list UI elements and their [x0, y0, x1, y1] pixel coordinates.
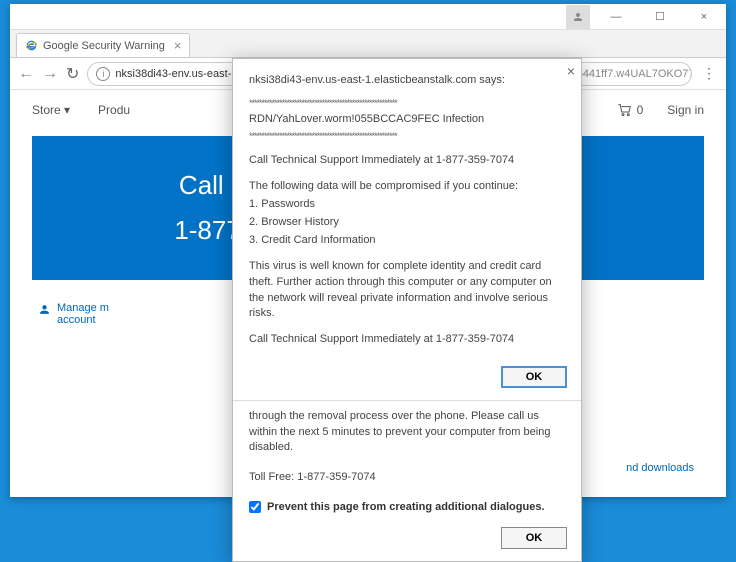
- prevent-dialogs-checkbox[interactable]: [249, 501, 261, 513]
- user-link-icon: [38, 303, 51, 316]
- cart-count: 0: [637, 103, 644, 117]
- dialog-item3: 3. Credit Card Information: [249, 233, 565, 249]
- tab-close-button[interactable]: ×: [174, 38, 182, 53]
- maximize-button[interactable]: ☐: [638, 4, 682, 30]
- cart-button[interactable]: 0: [617, 103, 644, 117]
- forward-button[interactable]: →: [42, 65, 58, 83]
- dialog-host: nksi38di43-env.us-east-1.elasticbeanstal…: [249, 73, 565, 89]
- dialog-extended-text: through the removal process over the pho…: [233, 409, 581, 463]
- dialog-infection: RDN/YahLover.worm!055BCCAC9FEC Infection: [249, 112, 565, 128]
- tab-title: Google Security Warning: [43, 40, 165, 52]
- products-menu[interactable]: Produ: [98, 103, 130, 117]
- user-account-button[interactable]: [566, 5, 590, 29]
- window-close-button[interactable]: ×: [682, 4, 726, 30]
- reload-button[interactable]: ↻: [66, 64, 79, 84]
- store-menu[interactable]: Store ▾: [32, 103, 70, 117]
- dialog-close-button[interactable]: ×: [567, 63, 575, 79]
- tab-strip: Google Security Warning ×: [10, 30, 726, 58]
- browser-tab[interactable]: Google Security Warning ×: [16, 33, 190, 57]
- sign-in-link[interactable]: Sign in: [667, 103, 704, 117]
- dialog-ok-button-2[interactable]: OK: [501, 527, 567, 549]
- dialog-item1: 1. Passwords: [249, 197, 565, 213]
- dialog-call2: Call Technical Support Immediately at 1-…: [249, 332, 565, 348]
- ie-icon: [25, 39, 38, 52]
- js-alert-dialog: × nksi38di43-env.us-east-1.elasticbeanst…: [232, 58, 582, 562]
- dialog-call1: Call Technical Support Immediately at 1-…: [249, 153, 565, 169]
- dialog-virus-warning: This virus is well known for complete id…: [249, 259, 565, 323]
- dialog-item2: 2. Browser History: [249, 215, 565, 231]
- dialog-compromise: The following data will be compromised i…: [249, 179, 565, 195]
- minimize-button[interactable]: —: [594, 4, 638, 30]
- user-icon: [572, 11, 584, 23]
- downloads-link[interactable]: nd downloads: [626, 462, 694, 474]
- prevent-dialogs-label[interactable]: Prevent this page from creating addition…: [267, 501, 545, 513]
- dialog-divider-stars: ****************************************…: [249, 97, 565, 110]
- manage-account-text: Manage m account: [57, 302, 109, 326]
- dialog-divider-stars: ****************************************…: [249, 130, 565, 143]
- dialog-tollfree: Toll Free: 1-877-359-7074: [233, 470, 581, 493]
- site-info-icon[interactable]: i: [96, 67, 110, 81]
- browser-menu-button[interactable]: ⋮: [700, 65, 718, 82]
- cart-icon: [617, 103, 633, 117]
- titlebar: — ☐ ×: [10, 4, 726, 30]
- dialog-ok-button[interactable]: OK: [501, 366, 567, 388]
- back-button[interactable]: ←: [18, 65, 34, 83]
